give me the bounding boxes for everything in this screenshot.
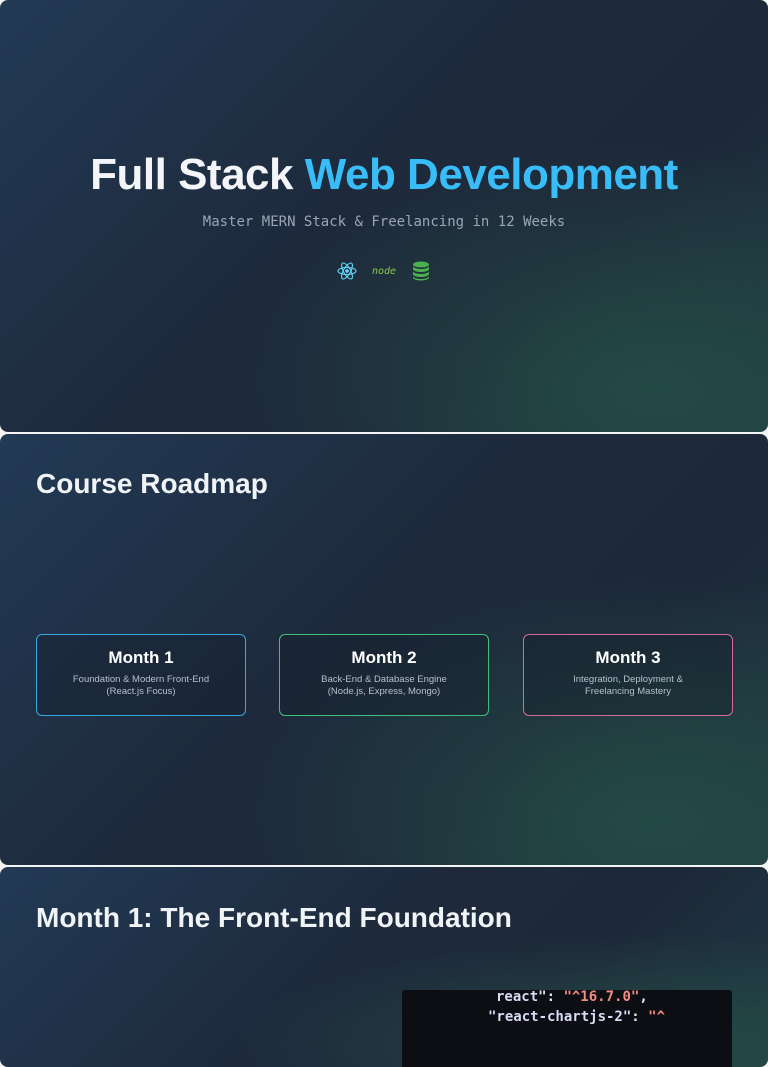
code-line-1: react": "^16.7.0", <box>496 990 648 1005</box>
code-value: "^16.7.0" <box>563 990 640 1005</box>
card-description: Integration, Deployment & Freelancing Ma… <box>524 674 732 698</box>
roadmap-title: Course Roadmap <box>36 468 268 499</box>
card-title: Month 2 <box>351 648 417 667</box>
card-desc-line: Foundation & Modern Front-End <box>72 674 210 685</box>
tech-icons: node <box>0 260 768 282</box>
hero-slide: Full Stack Web Development Master MERN S… <box>0 0 768 432</box>
roadmap-cards: Month 1 Foundation & Modern Front-End (R… <box>36 634 733 716</box>
month1-slide: Month 1: The Front-End Foundation react"… <box>0 867 768 1067</box>
card-description: Foundation & Modern Front-End (React.js … <box>37 674 245 698</box>
hero-subtitle: Master MERN Stack & Freelancing in 12 We… <box>202 214 566 230</box>
node-icon: node <box>370 260 398 282</box>
code-value: "^ <box>648 1009 666 1025</box>
card-desc-line: (Node.js, Express, Mongo) <box>327 686 441 697</box>
card-desc-line: Back-End & Database Engine <box>321 674 447 685</box>
card-title: Month 1 <box>108 648 174 667</box>
card-description: Back-End & Database Engine (Node.js, Exp… <box>280 674 488 698</box>
hero-title-part1: Full Stack <box>90 150 293 199</box>
card-desc-line: Freelancing Mastery <box>584 686 672 697</box>
card-desc-line: (React.js Focus) <box>106 686 176 697</box>
code-key: "react-chartjs-2" <box>488 1009 632 1025</box>
hero-title-accent: Web Development <box>304 150 679 199</box>
react-icon <box>336 260 358 282</box>
month-card-1: Month 1 Foundation & Modern Front-End (R… <box>36 634 246 716</box>
hero-title: Full Stack Web Development <box>0 150 768 200</box>
code-line-2: "react-chartjs-2": "^ <box>488 1009 666 1025</box>
roadmap-slide: Course Roadmap Month 1 Foundation & Mode… <box>0 434 768 865</box>
card-desc-line: Integration, Deployment & <box>573 674 683 685</box>
database-icon <box>410 260 432 282</box>
month-card-2: Month 2 Back-End & Database Engine (Node… <box>279 634 489 716</box>
month-card-3: Month 3 Integration, Deployment & Freela… <box>523 634 733 716</box>
code-screenshot-image: react": "^16.7.0", "react-chartjs-2": "^ <box>402 990 732 1067</box>
card-title: Month 3 <box>595 648 661 667</box>
code-key: react <box>496 990 539 1005</box>
node-logo-text: node <box>371 265 397 277</box>
month1-title: Month 1: The Front-End Foundation <box>36 902 512 933</box>
